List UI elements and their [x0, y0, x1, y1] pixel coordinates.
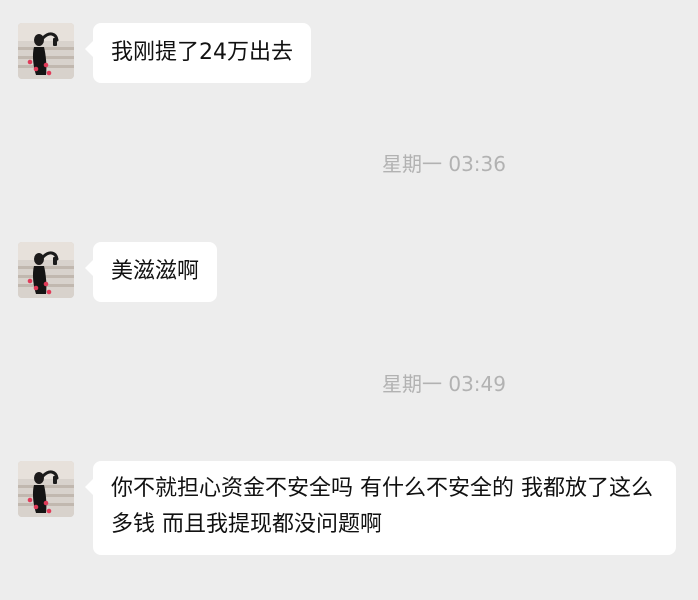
message-row: 我刚提了24万出去 — [18, 23, 311, 83]
chat-window: 我刚提了24万出去 星期一 03:36 美滋滋啊 星期一 03:49 你不就担心… — [0, 0, 698, 600]
message-text: 你不就担心资金不安全吗 有什么不安全的 我都放了这么多钱 而且我提现都没问题啊 — [111, 476, 653, 537]
timestamp: 星期一 03:49 — [0, 372, 698, 396]
timestamp-label: 星期一 03:49 — [382, 372, 506, 396]
message-bubble[interactable]: 我刚提了24万出去 — [85, 23, 311, 83]
avatar[interactable] — [18, 23, 74, 79]
message-text: 美滋滋啊 — [111, 259, 200, 284]
message-bubble[interactable]: 你不就担心资金不安全吗 有什么不安全的 我都放了这么多钱 而且我提现都没问题啊 — [85, 461, 676, 555]
message-row: 美滋滋啊 — [18, 242, 218, 302]
avatar[interactable] — [18, 242, 74, 298]
timestamp: 星期一 03:36 — [0, 152, 698, 176]
avatar[interactable] — [18, 461, 74, 517]
timestamp-label: 星期一 03:36 — [382, 152, 506, 176]
message-row: 你不就担心资金不安全吗 有什么不安全的 我都放了这么多钱 而且我提现都没问题啊 — [18, 461, 676, 555]
message-bubble[interactable]: 美滋滋啊 — [84, 242, 218, 302]
message-text: 我刚提了24万出去 — [111, 40, 293, 65]
